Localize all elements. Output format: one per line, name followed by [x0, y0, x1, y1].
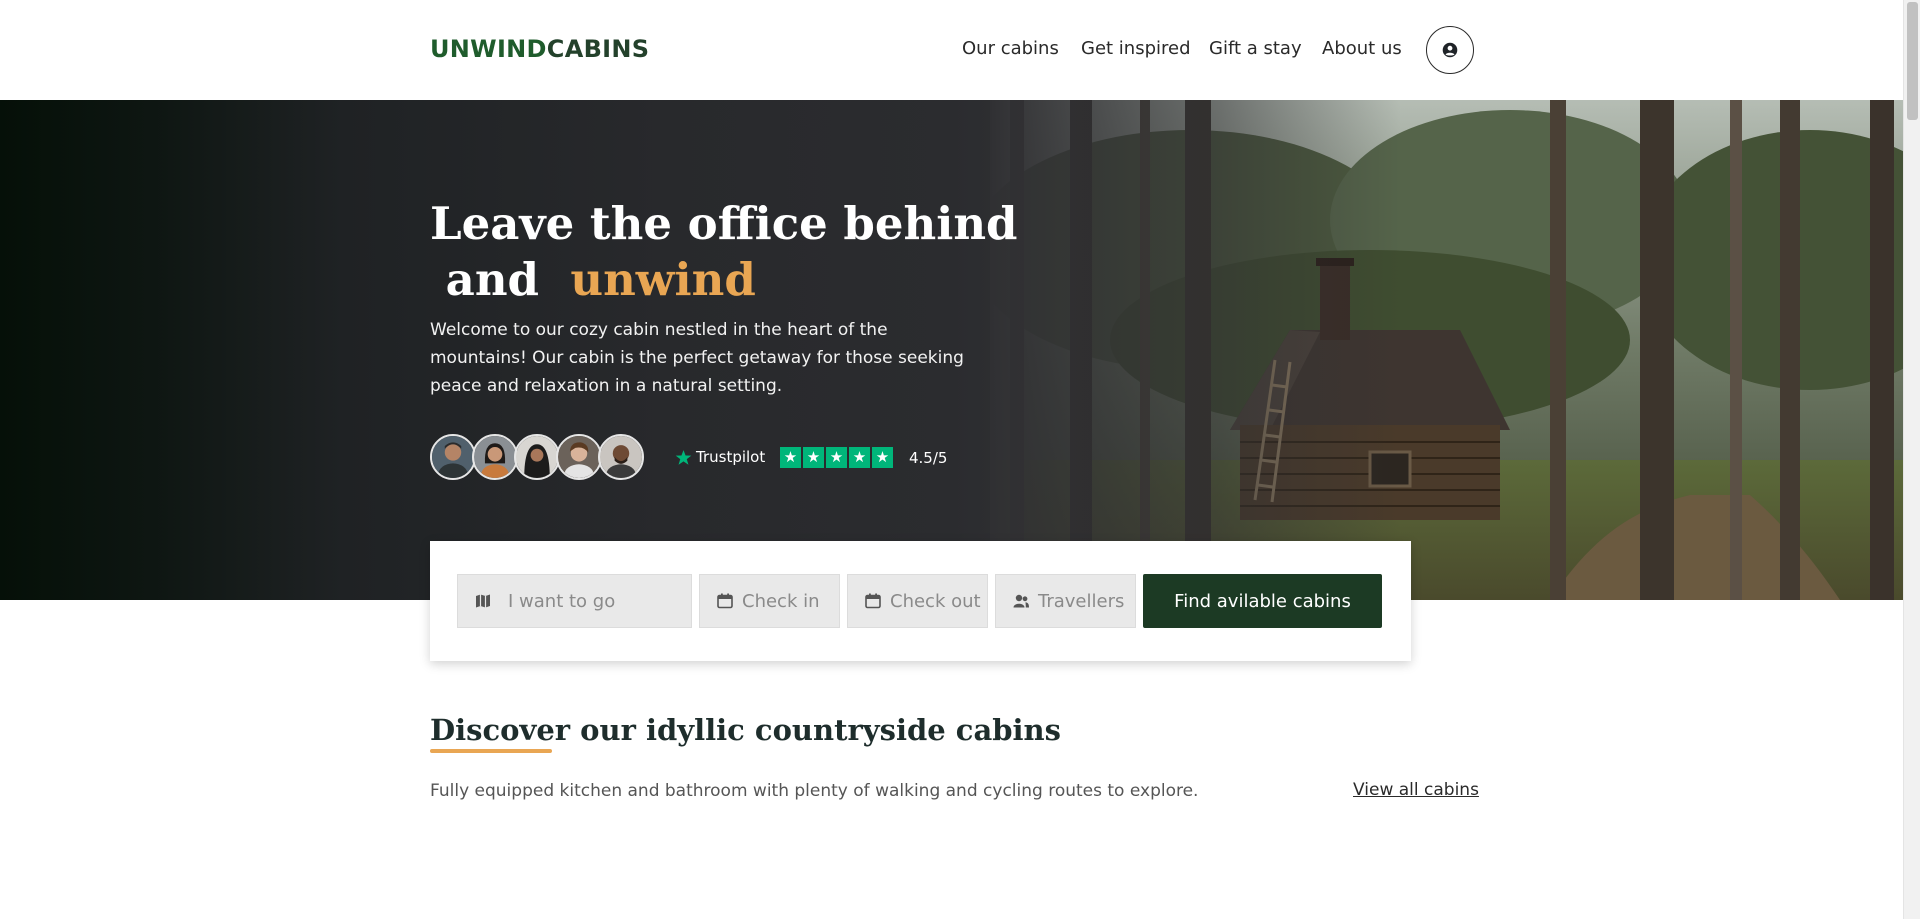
scrollbar-thumb[interactable]: [1907, 2, 1918, 120]
star-icon: ★: [849, 447, 870, 468]
rating-score: 4.5/5: [909, 449, 948, 467]
star-icon: ★: [872, 447, 893, 468]
site-header: UNWINDCABINS Our cabins Get inspired Gif…: [0, 0, 1903, 100]
destination-input[interactable]: I want to go: [457, 574, 692, 628]
hero-title: Leave the office behind and unwind: [430, 196, 1018, 308]
hero-title-accent: unwind: [570, 253, 756, 306]
nav-gift-a-stay[interactable]: Gift a stay: [1209, 38, 1302, 59]
page-scrollbar[interactable]: [1903, 0, 1920, 919]
travellers-input[interactable]: Travellers: [995, 574, 1136, 628]
star-icon: ★: [826, 447, 847, 468]
calendar-icon: [717, 593, 733, 609]
avatar: [556, 434, 602, 480]
travellers-placeholder: Travellers: [1038, 590, 1125, 612]
check-out-input[interactable]: Check out: [847, 574, 988, 628]
title-underline: [430, 749, 552, 753]
check-out-placeholder: Check out: [890, 590, 981, 612]
nav-our-cabins[interactable]: Our cabins: [962, 38, 1059, 59]
account-button[interactable]: [1426, 26, 1474, 74]
rating-stars: ★ ★ ★ ★ ★: [780, 447, 893, 468]
check-in-placeholder: Check in: [742, 590, 820, 612]
discover-title: Discover our idyllic countryside cabins: [430, 713, 1061, 747]
search-card: I want to go Check in Check out Travelle…: [430, 541, 1411, 661]
hero-title-and: and: [445, 253, 540, 306]
avatar: [430, 434, 476, 480]
discover-description: Fully equipped kitchen and bathroom with…: [430, 781, 1199, 801]
trustpilot-badge[interactable]: Trustpilot: [675, 448, 765, 466]
avatar: [598, 434, 644, 480]
user-circle-icon: [1442, 42, 1458, 58]
avatar: [472, 434, 518, 480]
hero-title-line1: Leave the office behind: [430, 197, 1018, 250]
star-icon: ★: [780, 447, 801, 468]
logo-text-cabins: CABINS: [546, 35, 650, 63]
view-all-cabins-link[interactable]: View all cabins: [1353, 780, 1479, 800]
users-icon: [1013, 594, 1029, 608]
hero-description: Welcome to our cozy cabin nestled in the…: [430, 320, 964, 396]
destination-placeholder: I want to go: [508, 590, 616, 612]
avatar: [514, 434, 560, 480]
calendar-icon: [865, 593, 881, 609]
nav-get-inspired[interactable]: Get inspired: [1081, 38, 1191, 59]
trustpilot-star-icon: [675, 449, 692, 465]
check-in-input[interactable]: Check in: [699, 574, 840, 628]
site-logo[interactable]: UNWINDCABINS: [430, 35, 649, 63]
trustpilot-label: Trustpilot: [696, 448, 766, 466]
hero-section: Leave the office behind and unwind Welco…: [0, 100, 1903, 600]
star-icon: ★: [803, 447, 824, 468]
logo-text-unwind: UNWIND: [430, 35, 547, 63]
map-icon: [476, 594, 490, 608]
forest-cabin-photo: [990, 100, 1903, 600]
find-cabins-button[interactable]: Find avilable cabins: [1143, 574, 1382, 628]
nav-about-us[interactable]: About us: [1322, 38, 1402, 59]
